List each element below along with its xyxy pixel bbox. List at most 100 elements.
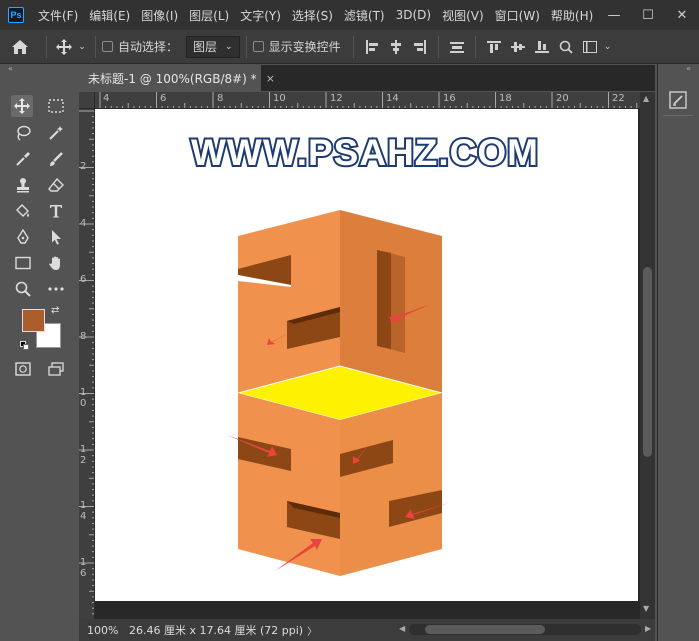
screen-mode-icon[interactable]	[45, 358, 67, 380]
paint-bucket-icon[interactable]	[12, 200, 34, 222]
align-right-icon[interactable]	[413, 39, 427, 54]
horizontal-scroll-thumb[interactable]	[425, 625, 545, 634]
ruler-label: 4	[80, 218, 87, 229]
menu-layer[interactable]: 图层(L)	[189, 7, 229, 24]
scroll-down-icon[interactable]: ▼	[643, 604, 649, 613]
horizontal-scrollbar[interactable]	[409, 624, 641, 635]
photoshop-logo[interactable]: Ps	[8, 7, 24, 23]
document-info: 26.46 厘米 x 17.64 厘米 (72 ppi)	[129, 624, 304, 637]
ruler-label: 8	[80, 331, 87, 342]
maximize-button[interactable]: ☐	[631, 0, 665, 30]
ruler-label: 6	[160, 93, 167, 104]
options-bar: ⌄ 自动选择： 图层 ⌄ 显示变换控件 ⌄	[0, 30, 699, 64]
pen-tool-icon[interactable]	[12, 226, 34, 248]
menu-filter[interactable]: 滤镜(T)	[344, 7, 385, 24]
window-controls: — ☐ ✕	[597, 0, 699, 30]
auto-select-target-dropdown[interactable]: 图层 ⌄	[186, 35, 240, 58]
workspace-icon[interactable]	[582, 40, 597, 54]
document-tab-title: 未标题-1 @ 100%(RGB/8#) *	[88, 71, 257, 86]
auto-select-checkbox[interactable]	[102, 41, 113, 52]
menu-select[interactable]: 选择(S)	[292, 7, 333, 24]
swap-colors-icon[interactable]: ⇄	[51, 305, 59, 316]
horizontal-ruler[interactable]: 4 6 8 10 12 14 16 18 20 22	[95, 92, 640, 109]
scroll-left-icon[interactable]: ◀	[399, 624, 405, 633]
move-tool[interactable]	[11, 95, 33, 117]
lasso-tool[interactable]	[12, 122, 34, 144]
chevron-down-icon[interactable]: ⌄	[602, 42, 614, 52]
ruler-label: 6	[80, 274, 87, 285]
move-tool-icon[interactable]	[53, 32, 75, 62]
stamp-tool-icon[interactable]	[12, 174, 34, 196]
artwork: WWW.PSAHZ.COM	[189, 130, 540, 576]
ruler-label: 2	[80, 161, 87, 172]
vertical-ruler[interactable]: 2 4 6 8 1 0 1 2 1 4 1 6	[79, 109, 95, 619]
document-tab[interactable]: 未标题-1 @ 100%(RGB/8#) * ×	[79, 65, 275, 91]
search-icon[interactable]	[559, 40, 573, 54]
show-transform-label: 显示变换控件	[268, 40, 341, 54]
close-icon[interactable]: ×	[266, 72, 275, 85]
menu-type[interactable]: 文字(Y)	[240, 7, 281, 24]
chevron-down-icon[interactable]: ⌄	[75, 32, 89, 62]
eyedropper-icon[interactable]	[12, 148, 34, 170]
default-colors-icon[interactable]	[20, 341, 30, 351]
close-button[interactable]: ✕	[665, 0, 699, 30]
magic-wand-icon[interactable]	[45, 122, 67, 144]
right-panel-dock: «	[657, 64, 699, 641]
separator	[437, 35, 439, 58]
ruler-corner	[79, 92, 95, 109]
canvas-workspace[interactable]: WWW.PSAHZ.COM	[95, 109, 640, 619]
hand-tool-icon[interactable]	[45, 252, 67, 274]
collapse-toolbar-icon[interactable]: «	[0, 64, 80, 74]
toolbar: ⇄	[7, 90, 72, 382]
align-vertical-center-icon[interactable]	[510, 40, 525, 54]
menu-3d[interactable]: 3D(D)	[396, 8, 431, 22]
panel-divider	[663, 115, 693, 116]
menu-file[interactable]: 文件(F)	[38, 7, 78, 24]
distribute-vertical-icon[interactable]	[449, 40, 464, 54]
scroll-right-icon[interactable]: ▶	[645, 624, 651, 633]
menu-edit[interactable]: 编辑(E)	[89, 7, 130, 24]
minimize-button[interactable]: —	[597, 0, 631, 30]
quick-mask-icon[interactable]	[12, 358, 34, 380]
scroll-up-icon[interactable]: ▲	[643, 94, 649, 103]
separator	[352, 35, 354, 58]
ruler-label: 1 2	[80, 444, 87, 466]
ruler-label: 1 4	[80, 500, 87, 522]
document-canvas[interactable]: WWW.PSAHZ.COM	[95, 109, 638, 601]
foreground-color-swatch[interactable]	[22, 309, 45, 332]
path-select-icon[interactable]	[45, 226, 67, 248]
collapse-panel-icon[interactable]: «	[658, 64, 699, 76]
zoom-level[interactable]: 100%	[87, 624, 121, 637]
properties-panel-icon[interactable]	[668, 90, 688, 110]
align-left-icon[interactable]	[365, 39, 379, 54]
vertical-scroll-thumb[interactable]	[643, 267, 652, 457]
menu-help[interactable]: 帮助(H)	[551, 7, 593, 24]
menu-image[interactable]: 图像(I)	[141, 7, 178, 24]
ruler-label: 1 0	[80, 387, 87, 409]
marquee-tool[interactable]	[45, 95, 67, 117]
align-bottom-icon[interactable]	[534, 40, 549, 54]
align-top-icon[interactable]	[486, 40, 501, 54]
ruler-label: 8	[217, 93, 224, 104]
show-transform-checkbox[interactable]	[252, 41, 264, 52]
separator	[95, 35, 96, 58]
menu-window[interactable]: 窗口(W)	[495, 7, 540, 24]
home-icon[interactable]	[0, 32, 40, 62]
lower-front-face	[238, 393, 340, 576]
menu-view[interactable]: 视图(V)	[442, 7, 484, 24]
menu-bar: Ps 文件(F) 编辑(E) 图像(I) 图层(L) 文字(Y) 选择(S) 滤…	[0, 0, 699, 30]
eraser-icon[interactable]	[45, 174, 67, 196]
status-menu-icon[interactable]: 〉	[307, 623, 317, 638]
zoom-tool-icon[interactable]	[12, 278, 34, 300]
rectangle-tool-icon[interactable]	[12, 252, 34, 274]
vertical-scrollbar[interactable]: ▲ ▼	[640, 92, 655, 619]
ruler-label: 12	[330, 93, 343, 104]
brush-tool-icon[interactable]	[45, 148, 67, 170]
document-tab-bar: 未标题-1 @ 100%(RGB/8#) * ×	[79, 65, 655, 91]
align-horizontal-center-icon[interactable]	[389, 39, 403, 54]
type-tool-icon[interactable]	[45, 200, 67, 222]
ruler-label: 22	[612, 93, 625, 104]
separator	[245, 35, 247, 58]
more-tools-icon[interactable]	[45, 278, 67, 300]
upper-front-face	[238, 210, 340, 393]
